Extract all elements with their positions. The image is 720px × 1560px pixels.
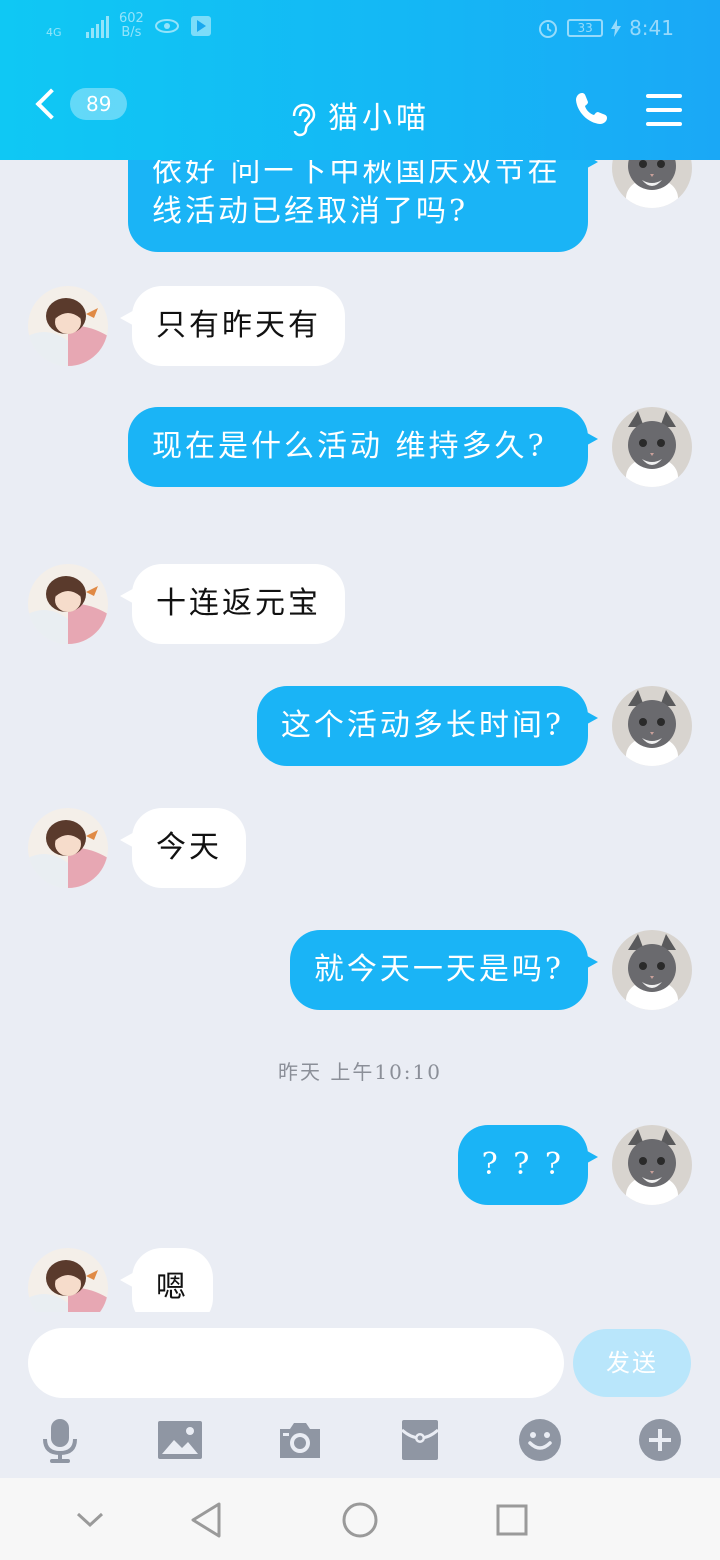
send-button[interactable]: 发送 xyxy=(573,1329,691,1397)
status-bar: 4G 602 B/s 33 8:41 xyxy=(0,0,720,60)
signal-label: 4G xyxy=(46,26,62,39)
message-text: ? ? ? xyxy=(481,1147,564,1182)
status-right: 33 8:41 xyxy=(537,16,674,40)
message-row: 现在是什么活动 维持多久? xyxy=(0,407,720,525)
message-row: 这个活动多长时间? xyxy=(0,686,720,770)
message-text: 这个活动多长时间? xyxy=(280,708,564,743)
outgoing-bubble[interactable]: ? ? ? xyxy=(457,1125,599,1205)
anime-girl-avatar-image xyxy=(28,808,108,888)
message-text: 就今天一天是吗? xyxy=(313,952,564,987)
battery-level: 33 xyxy=(567,19,604,37)
message-list[interactable]: 依好 问一下中秋国庆双节在线活动已经取消了吗? 只有昨天有 现在是什么活动 维持… xyxy=(0,130,720,1312)
message-row: 今天 xyxy=(0,808,720,892)
ear-icon xyxy=(292,103,316,137)
cat-avatar-image xyxy=(612,1125,692,1205)
message-text: 依好 问一下中秋国庆双节在线活动已经取消了吗? xyxy=(152,154,561,229)
signal-bars-icon xyxy=(86,16,109,38)
menu-icon[interactable] xyxy=(646,94,682,136)
chat-title: 猫小喵 xyxy=(0,93,720,137)
incoming-bubble[interactable]: 只有昨天有 xyxy=(120,286,345,366)
my-avatar[interactable] xyxy=(612,686,692,766)
message-input[interactable] xyxy=(28,1328,564,1398)
net-speed: 602 B/s xyxy=(119,12,144,40)
back-triangle-icon[interactable] xyxy=(184,1498,228,1542)
contact-avatar[interactable] xyxy=(28,564,108,644)
anime-girl-avatar-image xyxy=(28,286,108,366)
cat-avatar-image xyxy=(612,686,692,766)
message-text: 嗯 xyxy=(156,1270,189,1305)
message-text: 十连返元宝 xyxy=(156,586,321,621)
message-row: 十连返元宝 xyxy=(0,564,720,648)
message-text: 现在是什么活动 维持多久? xyxy=(152,429,547,464)
contact-avatar[interactable] xyxy=(28,286,108,366)
status-time: 8:41 xyxy=(629,16,674,40)
charging-icon xyxy=(611,19,622,37)
message-text: 今天 xyxy=(156,830,222,865)
cat-avatar-image xyxy=(612,407,692,487)
eye-icon xyxy=(154,19,179,33)
red-packet-icon[interactable] xyxy=(396,1416,444,1464)
message-row: ? ? ? xyxy=(0,1125,720,1209)
status-left: 4G 602 B/s xyxy=(46,12,212,40)
alarm-icon xyxy=(539,20,558,38)
incoming-bubble[interactable]: 今天 xyxy=(120,808,246,888)
recents-square-icon[interactable] xyxy=(490,1498,534,1542)
message-text: 只有昨天有 xyxy=(156,308,321,343)
net-speed-unit: B/s xyxy=(121,25,142,40)
home-circle-icon[interactable] xyxy=(338,1498,382,1542)
microphone-icon[interactable] xyxy=(36,1416,84,1464)
app-notification-icon xyxy=(190,16,211,36)
outgoing-bubble[interactable]: 现在是什么活动 维持多久? xyxy=(128,407,598,487)
camera-icon[interactable] xyxy=(276,1416,324,1464)
timestamp-divider: 昨天 上午10:10 xyxy=(278,1060,442,1084)
my-avatar[interactable] xyxy=(612,930,692,1010)
cat-avatar-image xyxy=(612,930,692,1010)
composer-toolbar xyxy=(0,1412,720,1472)
outgoing-bubble[interactable]: 这个活动多长时间? xyxy=(256,686,599,766)
anime-girl-avatar-image xyxy=(28,1248,108,1312)
message-row: 就今天一天是吗? xyxy=(0,930,720,1014)
chat-title-text: 猫小喵 xyxy=(328,101,430,136)
image-icon[interactable] xyxy=(156,1416,204,1464)
contact-avatar[interactable] xyxy=(28,1248,108,1312)
system-navigation-bar xyxy=(0,1478,720,1560)
message-row: 嗯 xyxy=(0,1248,720,1312)
signal-indicator: 4G xyxy=(46,14,109,38)
my-avatar[interactable] xyxy=(612,1125,692,1205)
incoming-bubble[interactable]: 十连返元宝 xyxy=(120,564,345,644)
outgoing-bubble[interactable]: 就今天一天是吗? xyxy=(289,930,599,1010)
composer: 发送 xyxy=(0,1312,720,1478)
net-speed-value: 602 xyxy=(119,11,144,26)
emoji-icon[interactable] xyxy=(516,1416,564,1464)
phone-call-icon[interactable] xyxy=(574,90,610,126)
contact-avatar[interactable] xyxy=(28,808,108,888)
message-row: 只有昨天有 xyxy=(0,286,720,370)
my-avatar[interactable] xyxy=(612,407,692,487)
plus-icon[interactable] xyxy=(636,1416,684,1464)
anime-girl-avatar-image xyxy=(28,564,108,644)
incoming-bubble[interactable]: 嗯 xyxy=(120,1248,213,1312)
collapse-chevron-icon[interactable] xyxy=(68,1498,112,1542)
chat-header: 4G 602 B/s 33 8:41 89 猫小喵 xyxy=(0,0,720,160)
